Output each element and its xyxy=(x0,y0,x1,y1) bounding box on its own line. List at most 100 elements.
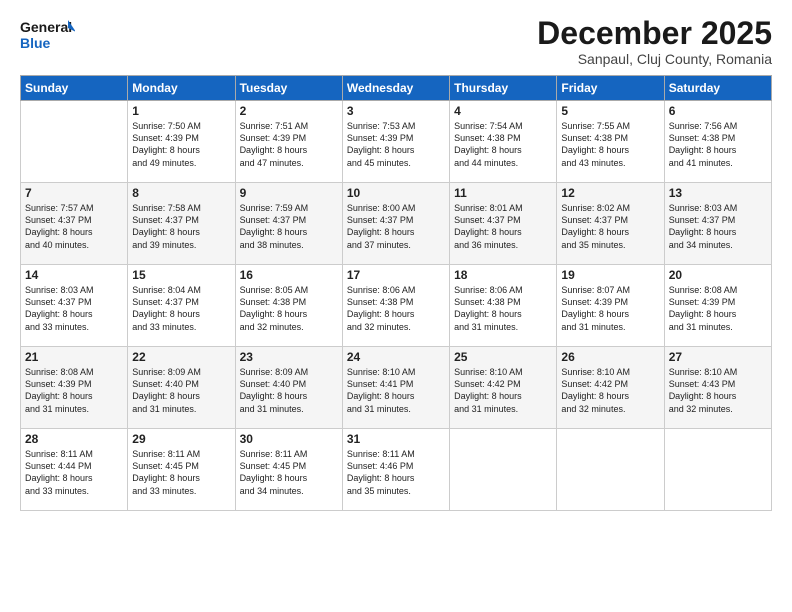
day-number-22: 22 xyxy=(132,350,230,364)
day-cell-4: 4 Sunrise: 7:54 AM Sunset: 4:38 PM Daylig… xyxy=(450,101,557,183)
day-info-5: Sunrise: 7:55 AM Sunset: 4:38 PM Dayligh… xyxy=(561,120,659,169)
day-info-15: Sunrise: 8:04 AM Sunset: 4:37 PM Dayligh… xyxy=(132,284,230,333)
day-info-2: Sunrise: 7:51 AM Sunset: 4:39 PM Dayligh… xyxy=(240,120,338,169)
logo-general: General xyxy=(20,19,72,35)
day-cell-14: 14 Sunrise: 8:03 AM Sunset: 4:37 PM Dayli… xyxy=(21,265,128,347)
day-info-9: Sunrise: 7:59 AM Sunset: 4:37 PM Dayligh… xyxy=(240,202,338,251)
day-number-2: 2 xyxy=(240,104,338,118)
day-cell-11: 11 Sunrise: 8:01 AM Sunset: 4:37 PM Dayli… xyxy=(450,183,557,265)
day-number-14: 14 xyxy=(25,268,123,282)
day-cell-31: 31 Sunrise: 8:11 AM Sunset: 4:46 PM Dayli… xyxy=(342,429,449,511)
day-number-12: 12 xyxy=(561,186,659,200)
day-cell-26: 26 Sunrise: 8:10 AM Sunset: 4:42 PM Dayli… xyxy=(557,347,664,429)
day-info-6: Sunrise: 7:56 AM Sunset: 4:38 PM Dayligh… xyxy=(669,120,767,169)
day-number-24: 24 xyxy=(347,350,445,364)
day-info-1: Sunrise: 7:50 AM Sunset: 4:39 PM Dayligh… xyxy=(132,120,230,169)
day-info-19: Sunrise: 8:07 AM Sunset: 4:39 PM Dayligh… xyxy=(561,284,659,333)
page: General Blue December 2025 Sanpaul, Cluj… xyxy=(0,0,792,612)
day-info-26: Sunrise: 8:10 AM Sunset: 4:42 PM Dayligh… xyxy=(561,366,659,415)
day-number-16: 16 xyxy=(240,268,338,282)
day-number-23: 23 xyxy=(240,350,338,364)
day-info-30: Sunrise: 8:11 AM Sunset: 4:45 PM Dayligh… xyxy=(240,448,338,497)
day-info-22: Sunrise: 8:09 AM Sunset: 4:40 PM Dayligh… xyxy=(132,366,230,415)
day-info-24: Sunrise: 8:10 AM Sunset: 4:41 PM Dayligh… xyxy=(347,366,445,415)
weekday-header-saturday: Saturday xyxy=(664,76,771,101)
day-cell-27: 27Sunrise: 8:10 AM Sunset: 4:43 PM Dayli… xyxy=(664,347,771,429)
weekday-header-friday: Friday xyxy=(557,76,664,101)
day-info-12: Sunrise: 8:02 AM Sunset: 4:37 PM Dayligh… xyxy=(561,202,659,251)
day-info-28: Sunrise: 8:11 AM Sunset: 4:44 PM Dayligh… xyxy=(25,448,123,497)
day-number-7: 7 xyxy=(25,186,123,200)
empty-cell xyxy=(664,429,771,511)
day-info-20: Sunrise: 8:08 AM Sunset: 4:39 PM Dayligh… xyxy=(669,284,767,333)
day-number-29: 29 xyxy=(132,432,230,446)
day-number-5: 5 xyxy=(561,104,659,118)
day-number-1: 1 xyxy=(132,104,230,118)
day-number-9: 9 xyxy=(240,186,338,200)
day-number-21: 21 xyxy=(25,350,123,364)
day-cell-19: 19Sunrise: 8:07 AM Sunset: 4:39 PM Dayli… xyxy=(557,265,664,347)
day-number-25: 25 xyxy=(454,350,552,364)
week-row-5: 28 Sunrise: 8:11 AM Sunset: 4:44 PM Dayli… xyxy=(21,429,772,511)
day-cell-6: 6Sunrise: 7:56 AM Sunset: 4:38 PM Daylig… xyxy=(664,101,771,183)
day-cell-7: 7 Sunrise: 7:57 AM Sunset: 4:37 PM Daylig… xyxy=(21,183,128,265)
day-number-4: 4 xyxy=(454,104,552,118)
day-number-18: 18 xyxy=(454,268,552,282)
weekday-header-wednesday: Wednesday xyxy=(342,76,449,101)
day-cell-16: 16 Sunrise: 8:05 AM Sunset: 4:38 PM Dayli… xyxy=(235,265,342,347)
day-number-31: 31 xyxy=(347,432,445,446)
day-number-27: 27 xyxy=(669,350,767,364)
day-info-25: Sunrise: 8:10 AM Sunset: 4:42 PM Dayligh… xyxy=(454,366,552,415)
empty-cell xyxy=(450,429,557,511)
header: General Blue December 2025 Sanpaul, Cluj… xyxy=(20,16,772,67)
day-cell-10: 10Sunrise: 8:00 AM Sunset: 4:37 PM Dayli… xyxy=(342,183,449,265)
day-cell-30: 30 Sunrise: 8:11 AM Sunset: 4:45 PM Dayli… xyxy=(235,429,342,511)
day-info-16: Sunrise: 8:05 AM Sunset: 4:38 PM Dayligh… xyxy=(240,284,338,333)
title-block: December 2025 Sanpaul, Cluj County, Roma… xyxy=(537,16,772,67)
day-cell-17: 17 Sunrise: 8:06 AM Sunset: 4:38 PM Dayli… xyxy=(342,265,449,347)
day-cell-25: 25 Sunrise: 8:10 AM Sunset: 4:42 PM Dayli… xyxy=(450,347,557,429)
week-row-2: 7 Sunrise: 7:57 AM Sunset: 4:37 PM Daylig… xyxy=(21,183,772,265)
day-cell-28: 28 Sunrise: 8:11 AM Sunset: 4:44 PM Dayli… xyxy=(21,429,128,511)
day-number-11: 11 xyxy=(454,186,552,200)
day-info-3: Sunrise: 7:53 AM Sunset: 4:39 PM Dayligh… xyxy=(347,120,445,169)
day-info-4: Sunrise: 7:54 AM Sunset: 4:38 PM Dayligh… xyxy=(454,120,552,169)
day-cell-18: 18Sunrise: 8:06 AM Sunset: 4:38 PM Dayli… xyxy=(450,265,557,347)
logo: General Blue xyxy=(20,16,75,54)
weekday-header-row: SundayMondayTuesdayWednesdayThursdayFrid… xyxy=(21,76,772,101)
logo-blue: Blue xyxy=(20,35,51,51)
day-info-23: Sunrise: 8:09 AM Sunset: 4:40 PM Dayligh… xyxy=(240,366,338,415)
day-number-28: 28 xyxy=(25,432,123,446)
day-info-11: Sunrise: 8:01 AM Sunset: 4:37 PM Dayligh… xyxy=(454,202,552,251)
day-cell-2: 2 Sunrise: 7:51 AM Sunset: 4:39 PM Daylig… xyxy=(235,101,342,183)
subtitle: Sanpaul, Cluj County, Romania xyxy=(537,51,772,67)
day-cell-12: 12 Sunrise: 8:02 AM Sunset: 4:37 PM Dayli… xyxy=(557,183,664,265)
day-cell-22: 22 Sunrise: 8:09 AM Sunset: 4:40 PM Dayli… xyxy=(128,347,235,429)
weekday-header-monday: Monday xyxy=(128,76,235,101)
day-cell-15: 15 Sunrise: 8:04 AM Sunset: 4:37 PM Dayli… xyxy=(128,265,235,347)
day-info-14: Sunrise: 8:03 AM Sunset: 4:37 PM Dayligh… xyxy=(25,284,123,333)
day-info-31: Sunrise: 8:11 AM Sunset: 4:46 PM Dayligh… xyxy=(347,448,445,497)
day-number-17: 17 xyxy=(347,268,445,282)
day-cell-8: 8 Sunrise: 7:58 AM Sunset: 4:37 PM Daylig… xyxy=(128,183,235,265)
day-cell-9: 9 Sunrise: 7:59 AM Sunset: 4:37 PM Daylig… xyxy=(235,183,342,265)
weekday-header-tuesday: Tuesday xyxy=(235,76,342,101)
day-info-17: Sunrise: 8:06 AM Sunset: 4:38 PM Dayligh… xyxy=(347,284,445,333)
day-info-8: Sunrise: 7:58 AM Sunset: 4:37 PM Dayligh… xyxy=(132,202,230,251)
day-info-13: Sunrise: 8:03 AM Sunset: 4:37 PM Dayligh… xyxy=(669,202,767,251)
day-number-8: 8 xyxy=(132,186,230,200)
week-row-4: 21 Sunrise: 8:08 AM Sunset: 4:39 PM Dayli… xyxy=(21,347,772,429)
day-number-26: 26 xyxy=(561,350,659,364)
day-cell-20: 20 Sunrise: 8:08 AM Sunset: 4:39 PM Dayli… xyxy=(664,265,771,347)
day-number-30: 30 xyxy=(240,432,338,446)
day-number-20: 20 xyxy=(669,268,767,282)
day-info-21: Sunrise: 8:08 AM Sunset: 4:39 PM Dayligh… xyxy=(25,366,123,415)
weekday-header-sunday: Sunday xyxy=(21,76,128,101)
day-cell-3: 3Sunrise: 7:53 AM Sunset: 4:39 PM Daylig… xyxy=(342,101,449,183)
day-info-10: Sunrise: 8:00 AM Sunset: 4:37 PM Dayligh… xyxy=(347,202,445,251)
week-row-3: 14 Sunrise: 8:03 AM Sunset: 4:37 PM Dayli… xyxy=(21,265,772,347)
day-info-7: Sunrise: 7:57 AM Sunset: 4:37 PM Dayligh… xyxy=(25,202,123,251)
empty-cell xyxy=(21,101,128,183)
day-number-15: 15 xyxy=(132,268,230,282)
day-cell-21: 21 Sunrise: 8:08 AM Sunset: 4:39 PM Dayli… xyxy=(21,347,128,429)
